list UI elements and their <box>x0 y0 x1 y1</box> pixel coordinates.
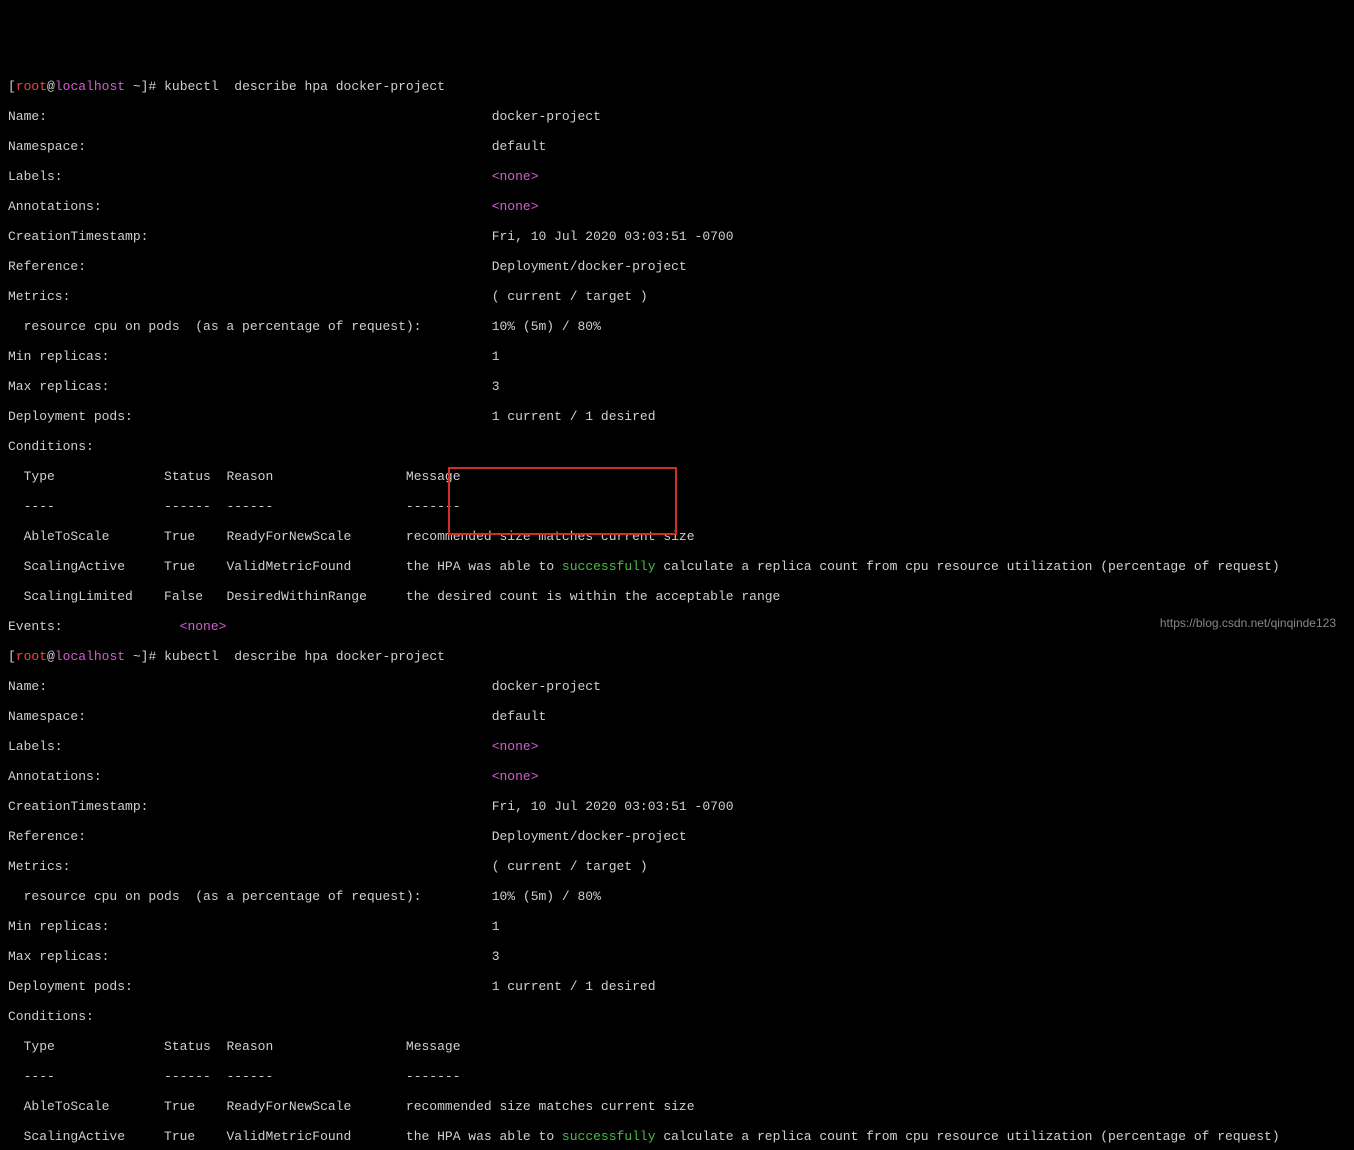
kv-row: Labels: <none> <box>8 739 1346 754</box>
prompt-line-1: [root@localhost ~]# kubectl describe hpa… <box>8 79 1346 94</box>
command[interactable]: kubectl describe hpa docker-project <box>164 649 445 664</box>
host: localhost <box>55 649 125 664</box>
kv-row: Annotations: <none> <box>8 769 1346 784</box>
terminal-output: [root@localhost ~]# kubectl describe hpa… <box>8 64 1346 1150</box>
kv-row: resource cpu on pods (as a percentage of… <box>8 889 1346 904</box>
bracket: ] <box>141 649 149 664</box>
table-dash: ---- ------ ------ ------- <box>8 1069 1346 1084</box>
table-row: ScalingActive True ValidMetricFound the … <box>8 1129 1346 1144</box>
kv-row: Events: <none> <box>8 619 1346 634</box>
watermark: https://blog.csdn.net/qinqinde123 <box>1160 616 1336 631</box>
kv-row: CreationTimestamp: Fri, 10 Jul 2020 03:0… <box>8 799 1346 814</box>
kv-row: resource cpu on pods (as a percentage of… <box>8 319 1346 334</box>
table-row: ScalingActive True ValidMetricFound the … <box>8 559 1346 574</box>
kv-row: Reference: Deployment/docker-project <box>8 829 1346 844</box>
user: root <box>16 649 47 664</box>
table-dash: ---- ------ ------ ------- <box>8 499 1346 514</box>
bracket: [ <box>8 79 16 94</box>
table-header: Type Status Reason Message <box>8 469 1346 484</box>
kv-row: Namespace: default <box>8 139 1346 154</box>
kv-row: Labels: <none> <box>8 169 1346 184</box>
user: root <box>16 79 47 94</box>
table-row: AbleToScale True ReadyForNewScale recomm… <box>8 529 1346 544</box>
kv-row: Min replicas: 1 <box>8 919 1346 934</box>
command[interactable]: kubectl describe hpa docker-project <box>164 79 445 94</box>
kv-row: Metrics: ( current / target ) <box>8 289 1346 304</box>
kv-row: Reference: Deployment/docker-project <box>8 259 1346 274</box>
kv-row: Max replicas: 3 <box>8 949 1346 964</box>
bracket: [ <box>8 649 16 664</box>
kv-row: Max replicas: 3 <box>8 379 1346 394</box>
kv-row: Name: docker-project <box>8 109 1346 124</box>
prompt-line-2: [root@localhost ~]# kubectl describe hpa… <box>8 649 1346 664</box>
hash: # <box>148 79 164 94</box>
table-row: AbleToScale True ReadyForNewScale recomm… <box>8 1099 1346 1114</box>
conditions-header: Conditions: <box>8 439 1346 454</box>
at: @ <box>47 649 55 664</box>
kv-row: Name: docker-project <box>8 679 1346 694</box>
kv-row: Annotations: <none> <box>8 199 1346 214</box>
conditions-header: Conditions: <box>8 1009 1346 1024</box>
kv-row: Metrics: ( current / target ) <box>8 859 1346 874</box>
table-header: Type Status Reason Message <box>8 1039 1346 1054</box>
at: @ <box>47 79 55 94</box>
host: localhost <box>55 79 125 94</box>
kv-row: CreationTimestamp: Fri, 10 Jul 2020 03:0… <box>8 229 1346 244</box>
kv-row: Namespace: default <box>8 709 1346 724</box>
hash: # <box>148 649 164 664</box>
kv-row: Deployment pods: 1 current / 1 desired <box>8 409 1346 424</box>
kv-row: Deployment pods: 1 current / 1 desired <box>8 979 1346 994</box>
kv-row: Min replicas: 1 <box>8 349 1346 364</box>
path: ~ <box>125 649 141 664</box>
path: ~ <box>125 79 141 94</box>
table-row: ScalingLimited False DesiredWithinRange … <box>8 589 1346 604</box>
